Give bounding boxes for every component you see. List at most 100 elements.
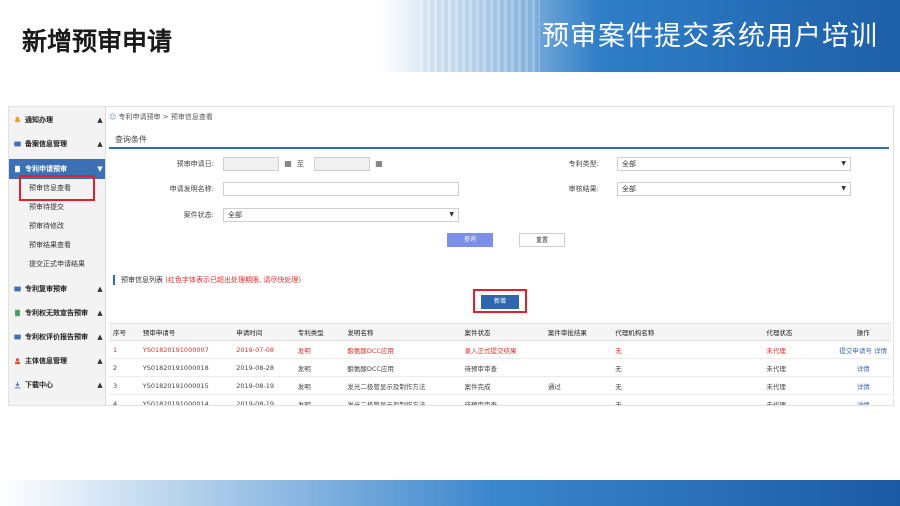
dropdown-arrow-icon: ▼ bbox=[841, 160, 846, 167]
breadcrumb: ☺ 专利申请预审 > 预审信息查看 bbox=[109, 109, 213, 125]
bottom-decoration-bar bbox=[0, 480, 900, 506]
column-header: 案件审批结果 bbox=[543, 323, 612, 341]
cell-ops: 详情 bbox=[835, 394, 891, 406]
breadcrumb-text: 专利申请预审 > 预审信息查看 bbox=[118, 113, 213, 121]
cell-date: 2019-08-19 bbox=[232, 376, 294, 395]
column-header: 发明名称 bbox=[343, 323, 461, 341]
chevron-up-icon: ▲ bbox=[97, 333, 103, 341]
status-label: 案件状态: bbox=[183, 211, 214, 219]
dropdown-arrow-icon: ▼ bbox=[449, 211, 454, 218]
folder-icon bbox=[14, 286, 21, 292]
cell-agent-status: 未代理 bbox=[762, 358, 836, 377]
sidebar-item-filing[interactable]: 备案信息管理 ▲ bbox=[9, 134, 105, 154]
cell-no: 1 bbox=[109, 340, 139, 359]
query-button[interactable]: 查询 bbox=[447, 233, 493, 247]
app-window: 通知办理 ▲ 备案信息管理 ▲ 专利申请预审 ▼ 预审信息查看 预审待提交 预审… bbox=[8, 106, 894, 406]
list-title-text: 预审信息列表 bbox=[121, 276, 163, 284]
cell-ops: 提交申请号 详情 bbox=[835, 340, 891, 359]
sidebar-item-entity[interactable]: 主体信息管理 ▲ bbox=[9, 351, 105, 371]
review-result-value: 全部 bbox=[622, 185, 636, 193]
column-header: 序号 bbox=[109, 323, 139, 341]
cell-result bbox=[543, 358, 612, 377]
sidebar-item-label: 专利权无效宣告预审 bbox=[25, 309, 88, 317]
cell-result bbox=[543, 394, 612, 405]
sidebar-item-evaluation[interactable]: 专利权评价报告预审 ▲ bbox=[9, 327, 105, 347]
date-separator: 至 bbox=[297, 160, 304, 168]
sidebar-subitem-formal-results[interactable]: 提交正式申请结果 bbox=[9, 255, 105, 273]
cell-date: 2019-08-19 bbox=[232, 394, 294, 405]
folder-icon bbox=[14, 334, 21, 340]
chevron-up-icon: ▲ bbox=[97, 309, 103, 317]
user-icon: ☺ bbox=[109, 113, 117, 121]
cell-result bbox=[543, 340, 612, 359]
cell-status: 案件完成 bbox=[460, 376, 544, 395]
details-link[interactable]: 详情 bbox=[857, 401, 870, 406]
sidebar-item-label: 下载中心 bbox=[25, 381, 53, 389]
cell-name: 酿氨酸DCC应用 bbox=[343, 358, 461, 377]
sidebar-item-notice[interactable]: 通知办理 ▲ bbox=[9, 110, 105, 130]
sidebar-item-label: 主体信息管理 bbox=[25, 357, 67, 365]
cell-type: 发明 bbox=[293, 358, 344, 377]
reset-button[interactable]: 重置 bbox=[519, 233, 565, 247]
cell-agent-status: 未代理 bbox=[762, 376, 836, 395]
sidebar-item-label: 通知办理 bbox=[25, 116, 53, 124]
cell-status: 录入正式提交结果 bbox=[460, 340, 544, 359]
document-check-icon bbox=[15, 309, 20, 317]
cell-name: 发光二极管显示及制作方法 bbox=[343, 376, 461, 395]
chevron-down-icon: ▼ bbox=[97, 165, 103, 173]
chevron-up-icon: ▲ bbox=[97, 140, 103, 148]
user-icon bbox=[15, 358, 20, 365]
sidebar-subitem-pending-modify[interactable]: 预审待修改 bbox=[9, 217, 105, 235]
table-row: 2 YS01820191000018 2019-08-28 发明 酿氨酸DCC应… bbox=[109, 358, 891, 377]
cell-no: 2 bbox=[109, 358, 139, 377]
submit-app-no-link[interactable]: 提交申请号 bbox=[839, 347, 872, 355]
chevron-up-icon: ▲ bbox=[97, 285, 103, 293]
bell-icon bbox=[14, 116, 21, 124]
table-row: 3 YS01820191000015 2019-08-19 发明 发光二极管显示… bbox=[109, 376, 891, 395]
invention-name-input[interactable] bbox=[223, 182, 459, 196]
patent-type-select[interactable]: 全部 ▼ bbox=[617, 157, 851, 171]
sidebar-item-download[interactable]: 下载中心 ▲ bbox=[9, 375, 105, 395]
cell-result: 通过 bbox=[543, 376, 612, 395]
calendar-icon[interactable]: ▦ bbox=[372, 157, 386, 171]
cell-type: 发明 bbox=[293, 376, 344, 395]
sidebar-item-label: 备案信息管理 bbox=[25, 140, 67, 148]
sidebar-item-label: 专利申请预审 bbox=[25, 165, 67, 173]
sidebar: 通知办理 ▲ 备案信息管理 ▲ 专利申请预审 ▼ 预审信息查看 预审待提交 预审… bbox=[9, 107, 106, 405]
cell-app-no: YS01820191000007 bbox=[138, 340, 233, 359]
type-label: 专利类型: bbox=[568, 160, 599, 168]
building-image bbox=[420, 0, 540, 72]
cell-ops: 详情 bbox=[835, 358, 891, 377]
column-header: 预审申请号 bbox=[138, 323, 233, 341]
sidebar-item-invalidation[interactable]: 专利权无效宣告预审 ▲ bbox=[9, 303, 105, 323]
cell-status: 待预审审查 bbox=[460, 394, 544, 405]
cell-name: 发光二极管显示及制作方法 bbox=[343, 394, 461, 405]
date-label: 预审申请日: bbox=[176, 160, 214, 168]
sidebar-subitem-results[interactable]: 预审结果查看 bbox=[9, 236, 105, 254]
details-link[interactable]: 详情 bbox=[874, 347, 887, 355]
patent-type-value: 全部 bbox=[622, 160, 636, 168]
sidebar-item-reexam[interactable]: 专利复审预审 ▲ bbox=[9, 279, 105, 299]
highlight-box bbox=[19, 175, 95, 201]
cell-ops: 详情 bbox=[835, 376, 891, 395]
overdue-warning: (红色字体表示已超出处理期限, 请尽快处理) bbox=[165, 276, 302, 284]
date-end-input[interactable] bbox=[314, 157, 370, 171]
cell-app-no: YS01820191000014 bbox=[138, 394, 233, 405]
details-link[interactable]: 详情 bbox=[857, 383, 870, 391]
pre-review-table: 序号 预审申请号 申请时间 专利类型 发明名称 案件状态 案件审批结果 代理机构… bbox=[109, 323, 891, 406]
sidebar-item-label: 专利权评价报告预审 bbox=[25, 333, 88, 341]
query-section-title: 查询条件 bbox=[109, 131, 889, 149]
cell-no: 3 bbox=[109, 376, 139, 395]
calendar-icon[interactable]: ▦ bbox=[281, 157, 295, 171]
sidebar-item-label: 专利复审预审 bbox=[25, 285, 67, 293]
table-row: 1 YS01820191000007 2019-07-08 发明 酿氨酸DCC应… bbox=[109, 340, 891, 359]
review-result-select[interactable]: 全部 ▼ bbox=[617, 182, 851, 196]
cell-date: 2019-08-28 bbox=[232, 358, 294, 377]
date-start-input[interactable] bbox=[223, 157, 279, 171]
chevron-up-icon: ▲ bbox=[97, 357, 103, 365]
cell-agency: 无 bbox=[611, 340, 763, 359]
case-status-select[interactable]: 全部 ▼ bbox=[223, 208, 459, 222]
cell-agent-status: 未代理 bbox=[762, 394, 836, 405]
details-link[interactable]: 详情 bbox=[857, 365, 870, 373]
column-header: 申请时间 bbox=[232, 323, 294, 341]
